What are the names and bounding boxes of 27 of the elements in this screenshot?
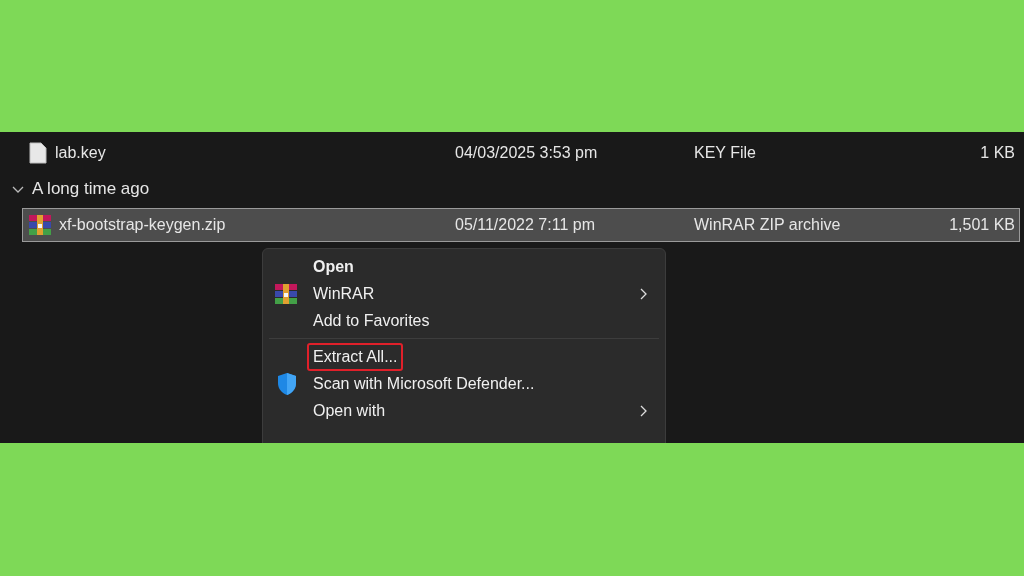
file-size: 1 KB: [979, 143, 1015, 163]
document-icon: [29, 142, 47, 164]
shield-icon: [275, 371, 299, 396]
menu-item[interactable]: Add to Favorites: [267, 307, 661, 334]
menu-item[interactable]: Extract All...: [267, 343, 661, 370]
file-row[interactable]: lab.key 04/03/2025 3:53 pm KEY File 1 KB: [22, 136, 1020, 170]
archive-icon: [275, 283, 297, 304]
menu-item-label: WinRAR: [312, 283, 376, 304]
menu-item-label: Add to Favorites: [312, 310, 431, 331]
menu-item-label: Open with: [312, 400, 387, 421]
date-modified: 04/03/2025 3:53 pm: [455, 143, 599, 163]
menu-item-label: Extract All...: [307, 342, 404, 371]
file-size: 1,501 KB: [948, 215, 1015, 235]
group-header: A long time ago: [32, 178, 150, 201]
menu-item[interactable]: Open: [267, 253, 661, 280]
file-type: WinRAR ZIP archive: [694, 215, 842, 235]
menu-item[interactable]: Scan with Microsoft Defender...: [267, 370, 661, 397]
menu-item-label: Open: [312, 256, 355, 277]
date-modified: 05/11/2022 7:11 pm: [455, 215, 596, 235]
archive-icon: [29, 215, 51, 235]
file-name: xf-bootstrap-keygen.zip: [59, 215, 226, 235]
menu-item[interactable]: WinRAR: [267, 280, 661, 307]
file-row[interactable]: xf-bootstrap-keygen.zip 05/11/2022 7:11 pm WinRAR ZIP archive 1,501 KB: [22, 208, 1020, 242]
file-type: KEY File: [694, 143, 757, 163]
file-name: lab.key: [55, 143, 106, 163]
menu-item[interactable]: Open with: [267, 397, 661, 424]
menu-item-label: Scan with Microsoft Defender...: [312, 373, 536, 394]
